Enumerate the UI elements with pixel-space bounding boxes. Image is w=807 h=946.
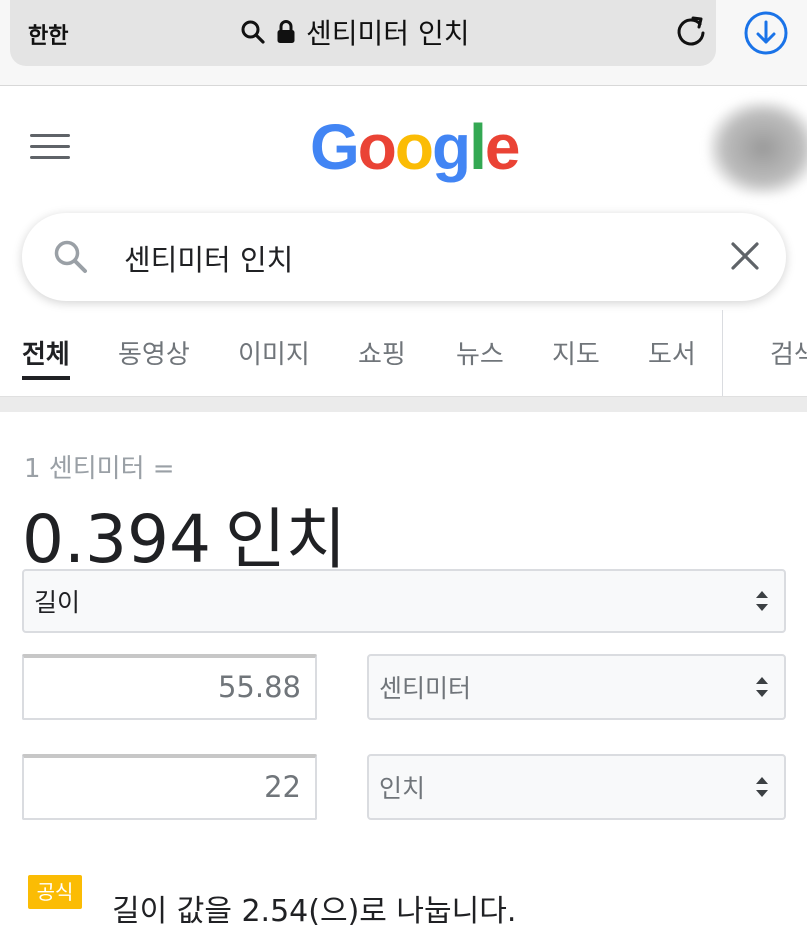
tab-divider bbox=[722, 310, 723, 396]
lock-icon bbox=[277, 20, 295, 43]
address-display[interactable]: 센티미터 인치 bbox=[240, 12, 469, 52]
search-input[interactable]: 센티미터 인치 bbox=[124, 237, 293, 279]
active-tab-indicator bbox=[22, 376, 70, 380]
tab-videos[interactable]: 동영상 bbox=[118, 334, 190, 371]
search-icon[interactable] bbox=[52, 238, 90, 276]
formula-badge: 공식 bbox=[28, 875, 82, 909]
reload-icon[interactable] bbox=[674, 14, 708, 48]
formula-text: 길이 값을 2.54(으)로 나눕니다. bbox=[112, 894, 517, 929]
tab-search-tools[interactable]: 검색 bbox=[770, 334, 807, 371]
tab-news[interactable]: 뉴스 bbox=[456, 334, 504, 371]
tab-shopping[interactable]: 쇼핑 bbox=[358, 334, 406, 371]
google-logo[interactable]: Google bbox=[310, 110, 520, 184]
account-avatar[interactable] bbox=[708, 100, 807, 196]
from-unit-select[interactable]: 센티미터 bbox=[367, 654, 786, 720]
tab-maps[interactable]: 지도 bbox=[552, 334, 600, 371]
search-tabs: 전체 동영상 이미지 쇼핑 뉴스 지도 도서 검색 bbox=[0, 310, 807, 398]
search-icon bbox=[241, 20, 265, 44]
close-icon[interactable] bbox=[728, 239, 762, 273]
sort-arrows-icon bbox=[756, 677, 768, 697]
menu-icon[interactable] bbox=[30, 134, 70, 162]
conversion-result: 0.394 인치 bbox=[22, 486, 346, 582]
sort-arrows-icon bbox=[756, 591, 768, 611]
from-unit-label: 센티미터 bbox=[379, 674, 472, 703]
tab-images[interactable]: 이미지 bbox=[238, 334, 310, 371]
to-unit-select[interactable]: 인치 bbox=[367, 754, 786, 820]
sort-arrows-icon bbox=[756, 777, 768, 797]
conversion-equation: 1 센티미터 = bbox=[24, 454, 175, 484]
section-divider bbox=[0, 396, 807, 412]
result-value: 0.394 bbox=[22, 501, 211, 578]
measure-type-select[interactable]: 길이 bbox=[22, 569, 786, 633]
from-value-input[interactable]: 55.88 bbox=[22, 654, 317, 720]
reader-options-button[interactable]: 한한 bbox=[28, 18, 68, 50]
to-unit-label: 인치 bbox=[379, 774, 426, 803]
search-box[interactable]: 센티미터 인치 bbox=[22, 213, 786, 301]
browser-toolbar: 한한 센티미터 인치 bbox=[0, 0, 807, 86]
url-text: 센티미터 인치 bbox=[306, 17, 470, 50]
measure-type-label: 길이 bbox=[34, 588, 81, 617]
address-bar[interactable]: 한한 센티미터 인치 bbox=[10, 0, 716, 66]
tab-all[interactable]: 전체 bbox=[22, 334, 70, 371]
result-unit: 인치 bbox=[224, 501, 347, 578]
to-value-input[interactable]: 22 bbox=[22, 754, 317, 820]
download-icon[interactable] bbox=[743, 10, 789, 56]
tab-books[interactable]: 도서 bbox=[648, 334, 696, 371]
